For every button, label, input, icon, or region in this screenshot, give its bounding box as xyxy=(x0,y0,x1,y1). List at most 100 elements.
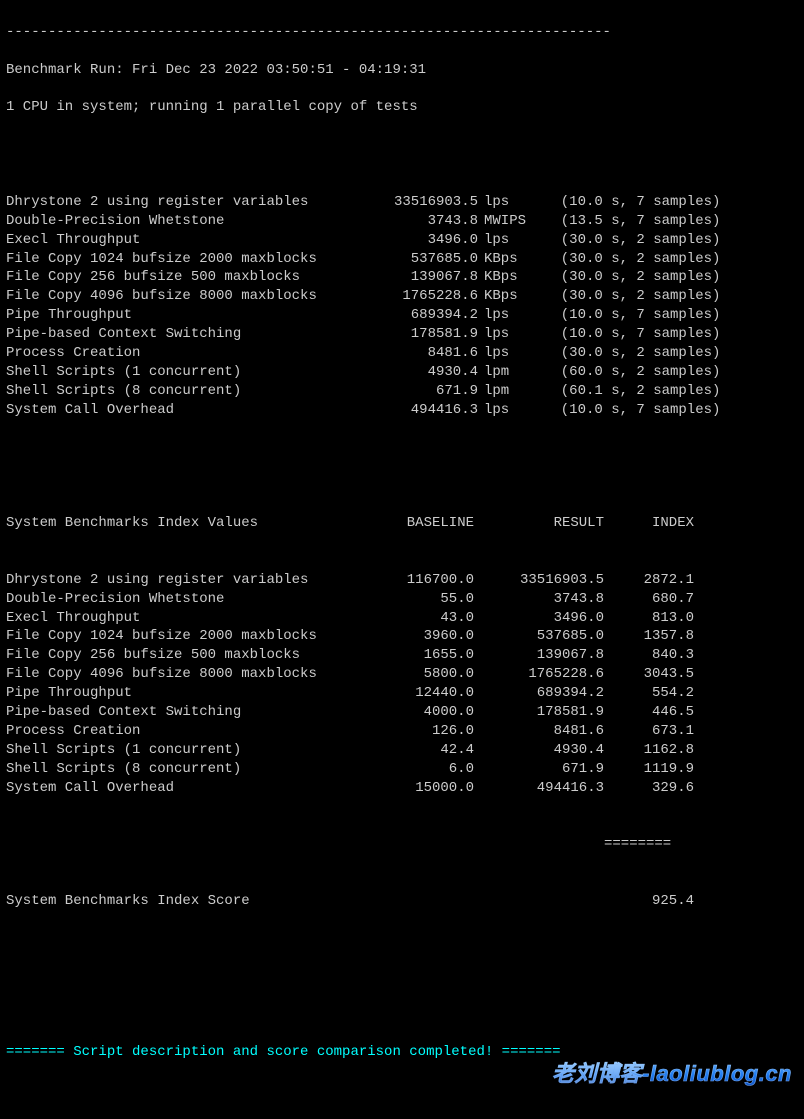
test-unit: KBps xyxy=(478,287,538,306)
horizontal-rule xyxy=(6,23,798,42)
index-baseline: 15000.0 xyxy=(352,779,474,798)
test-time: (10.0 s, xyxy=(538,193,628,212)
index-row: File Copy 4096 bufsize 8000 maxblocks580… xyxy=(6,665,798,684)
test-samples: 7 samples) xyxy=(628,193,738,212)
index-row: Process Creation126.08481.6673.1 xyxy=(6,722,798,741)
test-value: 3743.8 xyxy=(352,212,478,231)
index-row: Double-Precision Whetstone55.03743.8680.… xyxy=(6,590,798,609)
index-test-name: System Call Overhead xyxy=(6,779,352,798)
test-unit: lpm xyxy=(478,382,538,401)
index-row: Pipe-based Context Switching4000.0178581… xyxy=(6,703,798,722)
index-result: 178581.9 xyxy=(474,703,604,722)
index-row: File Copy 256 bufsize 500 maxblocks1655.… xyxy=(6,646,798,665)
index-value: 680.7 xyxy=(604,590,694,609)
result-row: System Call Overhead494416.3lps(10.0 s, … xyxy=(6,401,798,420)
test-name: Shell Scripts (1 concurrent) xyxy=(6,363,352,382)
test-samples: 2 samples) xyxy=(628,287,738,306)
test-unit: lps xyxy=(478,306,538,325)
index-value: 554.2 xyxy=(604,684,694,703)
index-test-name: Pipe Throughput xyxy=(6,684,352,703)
result-row: Pipe Throughput689394.2lps(10.0 s, 7 sam… xyxy=(6,306,798,325)
test-value: 537685.0 xyxy=(352,250,478,269)
terminal-output: Benchmark Run: Fri Dec 23 2022 03:50:51 … xyxy=(0,0,804,1119)
test-time: (60.1 s, xyxy=(538,382,628,401)
test-unit: lps xyxy=(478,401,538,420)
test-name: System Call Overhead xyxy=(6,401,352,420)
test-time: (60.0 s, xyxy=(538,363,628,382)
index-header-name: System Benchmarks Index Values xyxy=(6,514,352,533)
result-row: Double-Precision Whetstone3743.8MWIPS(13… xyxy=(6,212,798,231)
index-test-name: File Copy 4096 bufsize 8000 maxblocks xyxy=(6,665,352,684)
result-row: File Copy 1024 bufsize 2000 maxblocks537… xyxy=(6,250,798,269)
test-samples: 2 samples) xyxy=(628,363,738,382)
index-row: Dhrystone 2 using register variables1167… xyxy=(6,571,798,590)
index-row: Pipe Throughput12440.0689394.2554.2 xyxy=(6,684,798,703)
test-samples: 2 samples) xyxy=(628,344,738,363)
index-test-name: Process Creation xyxy=(6,722,352,741)
test-value: 3496.0 xyxy=(352,231,478,250)
test-name: Execl Throughput xyxy=(6,231,352,250)
test-value: 178581.9 xyxy=(352,325,478,344)
test-time: (10.0 s, xyxy=(538,306,628,325)
index-baseline: 4000.0 xyxy=(352,703,474,722)
result-row: File Copy 4096 bufsize 8000 maxblocks176… xyxy=(6,287,798,306)
test-name: Dhrystone 2 using register variables xyxy=(6,193,352,212)
index-result: 537685.0 xyxy=(474,627,604,646)
test-name: Process Creation xyxy=(6,344,352,363)
test-samples: 7 samples) xyxy=(628,401,738,420)
index-test-name: Execl Throughput xyxy=(6,609,352,628)
test-time: (13.5 s, xyxy=(538,212,628,231)
index-baseline: 1655.0 xyxy=(352,646,474,665)
test-name: File Copy 4096 bufsize 8000 maxblocks xyxy=(6,287,352,306)
blank-line xyxy=(6,949,798,968)
test-unit: lps xyxy=(478,193,538,212)
index-test-name: File Copy 1024 bufsize 2000 maxblocks xyxy=(6,627,352,646)
test-value: 8481.6 xyxy=(352,344,478,363)
blank-line xyxy=(6,986,798,1005)
test-samples: 2 samples) xyxy=(628,250,738,269)
test-time: (30.0 s, xyxy=(538,268,628,287)
test-unit: lps xyxy=(478,325,538,344)
index-result: 3496.0 xyxy=(474,609,604,628)
test-time: (30.0 s, xyxy=(538,287,628,306)
test-unit: MWIPS xyxy=(478,212,538,231)
blank-line xyxy=(6,136,798,155)
index-baseline: 5800.0 xyxy=(352,665,474,684)
test-unit: KBps xyxy=(478,268,538,287)
index-row: Shell Scripts (8 concurrent)6.0671.91119… xyxy=(6,760,798,779)
index-result: 671.9 xyxy=(474,760,604,779)
run-line: Benchmark Run: Fri Dec 23 2022 03:50:51 … xyxy=(6,61,798,80)
index-baseline: 55.0 xyxy=(352,590,474,609)
watermark: 老刘博客-laoliublog.cn xyxy=(552,1059,792,1089)
blank-line xyxy=(6,457,798,476)
index-result: 139067.8 xyxy=(474,646,604,665)
index-baseline: 3960.0 xyxy=(352,627,474,646)
results-block: Dhrystone 2 using register variables3351… xyxy=(6,193,798,420)
index-baseline: 6.0 xyxy=(352,760,474,779)
index-result: 494416.3 xyxy=(474,779,604,798)
index-row: System Call Overhead15000.0494416.3329.6 xyxy=(6,779,798,798)
index-test-name: Shell Scripts (8 concurrent) xyxy=(6,760,352,779)
index-value: 1119.9 xyxy=(604,760,694,779)
index-block: Dhrystone 2 using register variables1167… xyxy=(6,571,798,798)
index-baseline: 42.4 xyxy=(352,741,474,760)
test-value: 689394.2 xyxy=(352,306,478,325)
result-row: Shell Scripts (1 concurrent)4930.4lpm(60… xyxy=(6,363,798,382)
score-value: 925.4 xyxy=(604,892,694,911)
index-result: 1765228.6 xyxy=(474,665,604,684)
test-time: (10.0 s, xyxy=(538,325,628,344)
index-test-name: Double-Precision Whetstone xyxy=(6,590,352,609)
test-samples: 7 samples) xyxy=(628,306,738,325)
index-value: 1162.8 xyxy=(604,741,694,760)
index-test-name: File Copy 256 bufsize 500 maxblocks xyxy=(6,646,352,665)
index-row: Execl Throughput43.03496.0813.0 xyxy=(6,609,798,628)
test-value: 494416.3 xyxy=(352,401,478,420)
test-samples: 7 samples) xyxy=(628,212,738,231)
index-result: 8481.6 xyxy=(474,722,604,741)
index-value: 329.6 xyxy=(604,779,694,798)
index-test-name: Pipe-based Context Switching xyxy=(6,703,352,722)
index-header-row: System Benchmarks Index Values BASELINE … xyxy=(6,514,798,533)
index-header-index: INDEX xyxy=(604,514,694,533)
result-row: Pipe-based Context Switching178581.9lps(… xyxy=(6,325,798,344)
test-name: Pipe Throughput xyxy=(6,306,352,325)
